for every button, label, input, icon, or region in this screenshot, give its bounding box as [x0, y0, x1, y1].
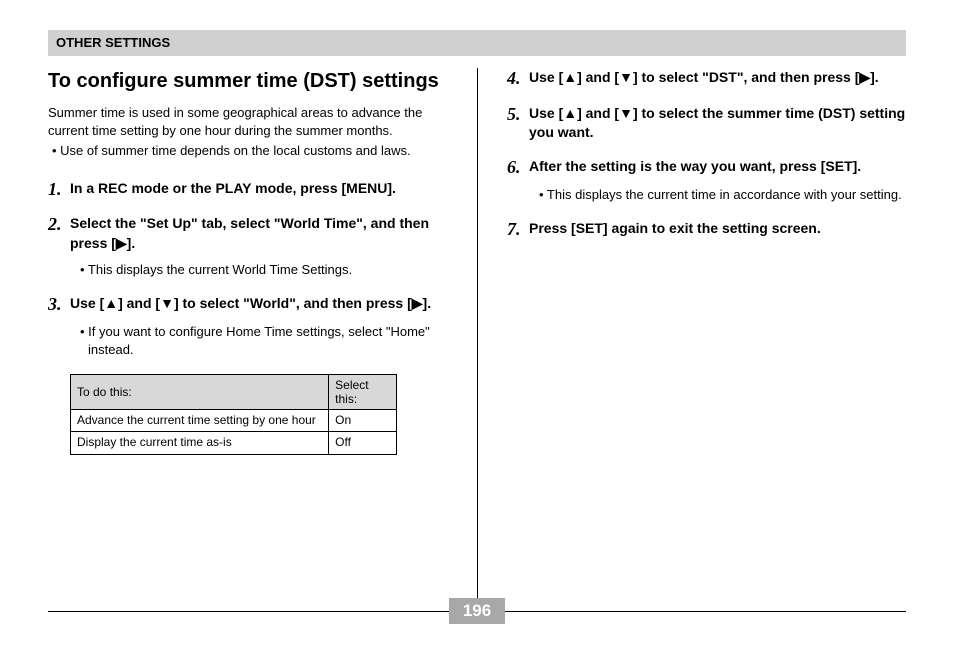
footer-line-left	[48, 611, 449, 612]
step-number: 3.	[48, 294, 70, 316]
table-header-select: Select this:	[329, 374, 397, 409]
step-number: 5.	[507, 104, 529, 126]
step-text: Use [▲] and [▼] to select the summer tim…	[529, 104, 906, 143]
left-column: To configure summer time (DST) settings …	[48, 68, 477, 455]
section-header-bar: OTHER SETTINGS	[48, 30, 906, 56]
section-header-text: OTHER SETTINGS	[56, 35, 170, 50]
step-number: 2.	[48, 214, 70, 236]
table-cell-todo: Advance the current time setting by one …	[71, 409, 329, 432]
step-text: In a REC mode or the PLAY mode, press [M…	[70, 179, 396, 199]
step-number: 6.	[507, 157, 529, 179]
intro-paragraph: Summer time is used in some geographical…	[48, 104, 447, 140]
step-number: 1.	[48, 179, 70, 201]
page-footer: 196	[48, 598, 906, 624]
step-7: 7. Press [SET] again to exit the setting…	[507, 219, 906, 241]
step-number: 7.	[507, 219, 529, 241]
footer-line-right	[505, 611, 906, 612]
step-1: 1. In a REC mode or the PLAY mode, press…	[48, 179, 447, 201]
section-title: To configure summer time (DST) settings	[48, 68, 447, 94]
table-cell-select: Off	[329, 432, 397, 455]
right-column: 4. Use [▲] and [▼] to select "DST", and …	[477, 68, 906, 455]
content-columns: To configure summer time (DST) settings …	[48, 68, 906, 455]
table-row: Display the current time as-is Off	[71, 432, 397, 455]
step-3: 3. Use [▲] and [▼] to select "World", an…	[48, 294, 447, 360]
step-text: Select the "Set Up" tab, select "World T…	[70, 214, 447, 253]
step-2: 2. Select the "Set Up" tab, select "Worl…	[48, 214, 447, 279]
step-text: Press [SET] again to exit the setting sc…	[529, 219, 821, 239]
page-number: 196	[449, 598, 505, 624]
step-sub-bullet: • If you want to configure Home Time set…	[80, 323, 447, 359]
column-divider	[477, 68, 478, 610]
option-table: To do this: Select this: Advance the cur…	[70, 374, 397, 455]
table-header-todo: To do this:	[71, 374, 329, 409]
step-text: Use [▲] and [▼] to select "DST", and the…	[529, 68, 879, 88]
step-text: Use [▲] and [▼] to select "World", and t…	[70, 294, 431, 314]
table-row: Advance the current time setting by one …	[71, 409, 397, 432]
intro-bullet: • Use of summer time depends on the loca…	[52, 142, 447, 160]
table-header-row: To do this: Select this:	[71, 374, 397, 409]
step-sub-bullet: • This displays the current time in acco…	[539, 186, 906, 204]
step-6: 6. After the setting is the way you want…	[507, 157, 906, 205]
step-number: 4.	[507, 68, 529, 90]
table-cell-todo: Display the current time as-is	[71, 432, 329, 455]
step-text: After the setting is the way you want, p…	[529, 157, 861, 177]
step-sub-bullet: • This displays the current World Time S…	[80, 261, 447, 279]
step-5: 5. Use [▲] and [▼] to select the summer …	[507, 104, 906, 143]
table-cell-select: On	[329, 409, 397, 432]
step-4: 4. Use [▲] and [▼] to select "DST", and …	[507, 68, 906, 90]
